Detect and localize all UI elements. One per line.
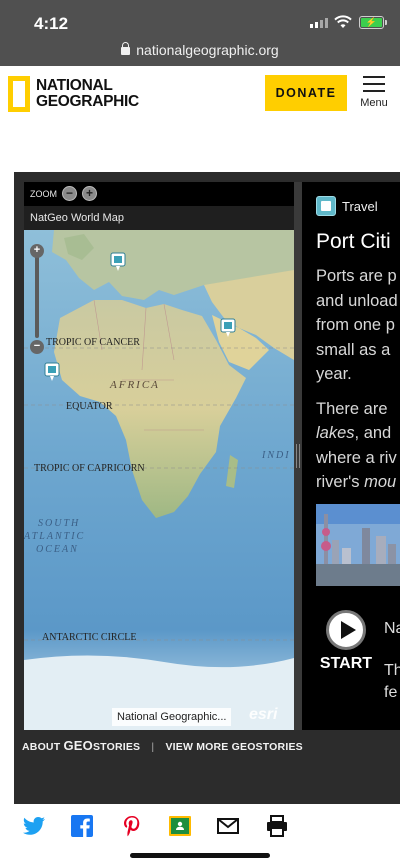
story-line: where a riv bbox=[316, 448, 397, 467]
wifi-icon bbox=[334, 15, 352, 28]
label-equator: EQUATOR bbox=[66, 401, 113, 412]
category-tag: Travel bbox=[316, 196, 378, 216]
story-line: small as a bbox=[316, 340, 391, 359]
map-pin-icon[interactable] bbox=[110, 252, 126, 272]
story-line: There are bbox=[316, 399, 388, 418]
label-antarctic: ANTARCTIC CIRCLE bbox=[42, 632, 136, 643]
footer-links: ABOUT GEOSTORIES | VIEW MORE GEOSTORIES bbox=[22, 738, 303, 753]
battery-charging-icon: ⚡ bbox=[359, 16, 387, 29]
menu-button[interactable]: Menu bbox=[356, 76, 392, 109]
google-classroom-icon[interactable] bbox=[168, 814, 192, 838]
map-panel: ZOOM − + NatGeo World Map TROPIC OF CANC… bbox=[24, 182, 294, 730]
link-separator: | bbox=[151, 741, 155, 753]
story-line: and unload bbox=[316, 291, 398, 310]
label-tropic-capricorn: TROPIC OF CAPRICORN bbox=[34, 463, 145, 474]
map-canvas: TROPIC OF CANCER AFRICA EQUATOR TROPIC O… bbox=[24, 230, 294, 730]
story-line: year. bbox=[316, 365, 352, 383]
cellular-signal-icon bbox=[310, 18, 328, 28]
status-bar: 4:12 ⚡ nationalgeographic.org bbox=[0, 0, 400, 66]
glossary-link-mouth[interactable]: mou bbox=[364, 473, 396, 491]
story-line: river's mou bbox=[316, 473, 397, 491]
view-more-geostories-link[interactable]: VIEW MORE GEOSTORIES bbox=[165, 741, 302, 753]
story-line: Ports are p bbox=[316, 267, 397, 285]
natgeo-logo[interactable]: NATIONAL GEOGRAPHIC bbox=[8, 76, 139, 112]
zoom-out-button[interactable]: − bbox=[62, 186, 77, 201]
donate-button[interactable]: DONATE bbox=[265, 75, 347, 111]
zoom-label: ZOOM bbox=[30, 189, 57, 199]
site-header: NATIONAL GEOGRAPHIC DONATE Menu bbox=[0, 66, 400, 122]
print-icon[interactable] bbox=[265, 814, 289, 838]
label-tropic-cancer: TROPIC OF CANCER bbox=[46, 337, 140, 348]
story-title: Port Citi bbox=[316, 230, 391, 253]
url-text: nationalgeographic.org bbox=[136, 42, 279, 58]
label-ocean: OCEAN bbox=[36, 544, 79, 555]
slider-zoom-out[interactable]: − bbox=[30, 340, 44, 354]
pinterest-icon[interactable] bbox=[120, 814, 144, 838]
city-skyline-photo[interactable] bbox=[316, 504, 400, 586]
map-pin-icon[interactable] bbox=[44, 362, 60, 382]
status-time: 4:12 bbox=[34, 14, 69, 33]
lock-icon bbox=[121, 42, 131, 55]
story-line: from one p bbox=[316, 316, 395, 334]
zoom-bar: ZOOM − + bbox=[24, 182, 294, 206]
twitter-icon[interactable] bbox=[22, 814, 46, 838]
zoom-slider[interactable]: + − bbox=[30, 244, 44, 354]
esri-logo: esri bbox=[249, 706, 278, 723]
map-attribution[interactable]: National Geographic... bbox=[112, 708, 232, 726]
glossary-link-lakes[interactable]: lakes bbox=[316, 424, 355, 442]
address-bar[interactable]: nationalgeographic.org bbox=[0, 42, 400, 58]
start-button[interactable]: START bbox=[316, 610, 376, 673]
narration-text: Th fe bbox=[384, 662, 400, 701]
map-pin-icon[interactable] bbox=[220, 318, 236, 338]
logo-line1: NATIONAL bbox=[36, 77, 113, 94]
logo-line2: GEOGRAPHIC bbox=[36, 93, 139, 110]
about-geostories-link[interactable]: ABOUT GEOSTORIES bbox=[22, 738, 140, 753]
panel-resize-handle[interactable] bbox=[294, 182, 302, 730]
home-indicator[interactable] bbox=[130, 853, 270, 858]
label-south: SOUTH bbox=[38, 518, 80, 529]
story-line: lakes, and bbox=[316, 424, 392, 442]
map-title: NatGeo World Map bbox=[24, 206, 294, 230]
start-label: START bbox=[319, 655, 373, 672]
story-body: Ports are p and unload from one p small … bbox=[316, 264, 400, 495]
category-label: Travel bbox=[342, 198, 378, 214]
label-africa: AFRICA bbox=[109, 379, 160, 391]
narration-title: Na bbox=[384, 620, 400, 637]
geostory-widget: ZOOM − + NatGeo World Map TROPIC OF CANC… bbox=[14, 172, 400, 804]
yellow-frame-icon bbox=[8, 76, 30, 112]
travel-icon bbox=[316, 196, 336, 216]
share-bar bbox=[0, 808, 400, 848]
slider-zoom-in[interactable]: + bbox=[30, 244, 44, 258]
label-atlantic: ATLANTIC bbox=[24, 531, 85, 542]
facebook-icon[interactable] bbox=[70, 814, 94, 838]
label-indian: INDI bbox=[261, 450, 291, 461]
zoom-in-button[interactable]: + bbox=[82, 186, 97, 201]
hamburger-icon bbox=[356, 76, 392, 92]
world-map[interactable]: TROPIC OF CANCER AFRICA EQUATOR TROPIC O… bbox=[24, 230, 294, 730]
play-icon bbox=[326, 610, 366, 650]
menu-label: Menu bbox=[360, 97, 388, 109]
story-panel: Travel Port Citi Ports are p and unload … bbox=[302, 182, 400, 730]
email-icon[interactable] bbox=[216, 814, 240, 838]
